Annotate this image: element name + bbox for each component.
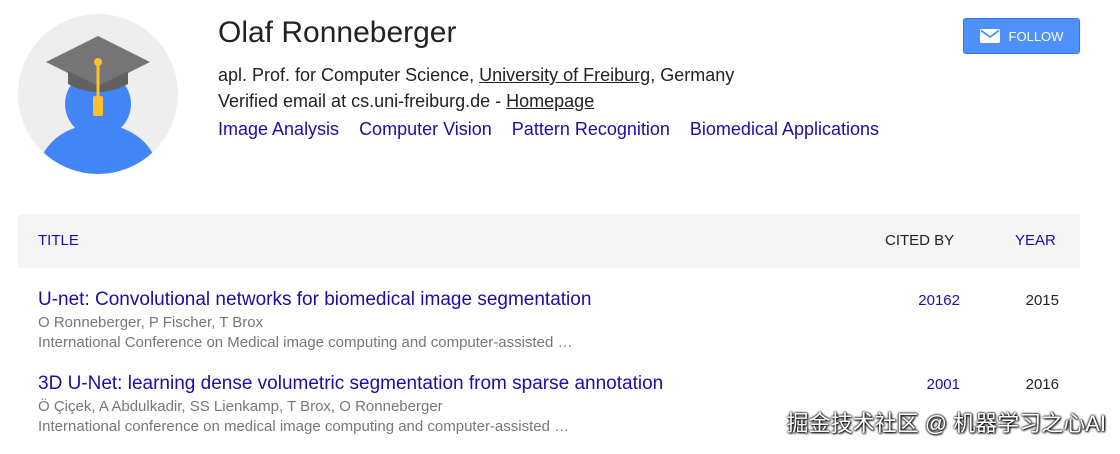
- article-year: 2015: [1025, 292, 1059, 309]
- interest-link[interactable]: Image Analysis: [218, 119, 339, 139]
- article-title-link[interactable]: U-net: Convolutional networks for biomed…: [38, 288, 591, 312]
- research-interests: Image Analysis Computer Vision Pattern Rec…: [218, 117, 899, 141]
- table-row: U-net: Convolutional networks for biomed…: [18, 288, 1080, 368]
- affiliation-text: apl. Prof. for Computer Science,: [218, 65, 480, 85]
- scholar-profile-page: Olaf Ronneberger apl. Prof. for Computer…: [0, 0, 1120, 454]
- article-authors: O Ronneberger, P Fischer, T Brox: [38, 314, 264, 331]
- sort-by-cited[interactable]: CITED BY: [885, 232, 954, 250]
- email-text: Verified email at cs.uni-freiburg.de -: [218, 91, 507, 111]
- article-venue: International conference on medical imag…: [38, 418, 570, 435]
- interest-link[interactable]: Pattern Recognition: [512, 119, 670, 139]
- sort-by-year[interactable]: YEAR: [1015, 232, 1056, 250]
- university-link[interactable]: University of Freiburg: [479, 65, 650, 85]
- avatar: [18, 14, 178, 174]
- cited-by-link[interactable]: 2001: [927, 376, 960, 394]
- article-venue: International Conference on Medical imag…: [38, 334, 573, 351]
- watermark: 掘金技术社区 @ 机器学习之心AI: [786, 411, 1106, 436]
- interest-link[interactable]: Computer Vision: [359, 119, 492, 139]
- interest-link[interactable]: Biomedical Applications: [690, 119, 879, 139]
- affiliation: apl. Prof. for Computer Science, Univers…: [218, 63, 734, 87]
- follow-button[interactable]: FOLLOW: [963, 18, 1080, 54]
- mail-icon: [979, 29, 1000, 43]
- affiliation-country: , Germany: [650, 65, 735, 85]
- article-year: 2016: [1025, 376, 1059, 393]
- cited-by-link[interactable]: 20162: [918, 292, 960, 310]
- sort-by-title[interactable]: TITLE: [38, 232, 79, 250]
- profile-name: Olaf Ronneberger: [218, 16, 457, 49]
- article-title-link[interactable]: 3D U-Net: learning dense volumetric segm…: [38, 372, 663, 396]
- follow-label: FOLLOW: [1008, 28, 1064, 44]
- table-header: TITLE CITED BY YEAR: [18, 214, 1080, 268]
- graduate-avatar-icon: [18, 14, 178, 174]
- homepage-link[interactable]: Homepage: [506, 91, 594, 111]
- article-authors: Ö Çiçek, A Abdulkadir, SS Lienkamp, T Br…: [38, 398, 443, 415]
- verified-email: Verified email at cs.uni-freiburg.de - H…: [218, 89, 594, 113]
